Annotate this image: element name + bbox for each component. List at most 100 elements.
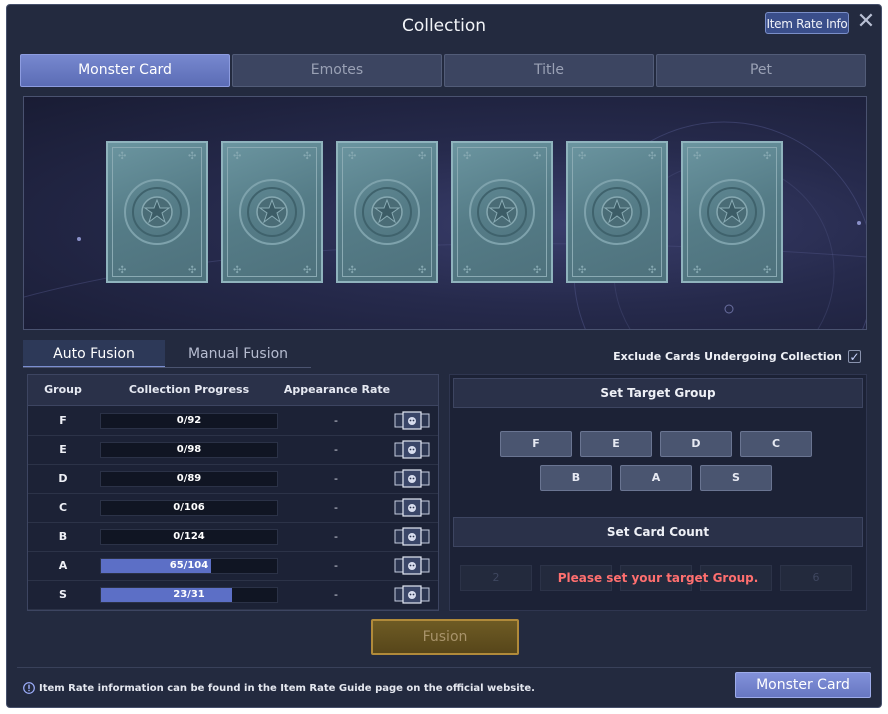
target-group-button-c[interactable]: C [740, 431, 812, 457]
card-set-icon[interactable] [394, 585, 430, 604]
card-set-icon[interactable] [394, 440, 430, 459]
appearance-rate-cell: - [334, 443, 338, 456]
target-group-button-e[interactable]: E [580, 431, 652, 457]
monster-card-back[interactable]: ✣ ✣ ✣ ✣ [681, 141, 783, 283]
svg-text:✣: ✣ [533, 265, 541, 276]
svg-text:✣: ✣ [418, 265, 426, 276]
card-emblem-icon: ✣ ✣ ✣ ✣ [118, 151, 196, 276]
target-group-button-d[interactable]: D [660, 431, 732, 457]
appearance-rate-cell: - [334, 501, 338, 514]
table-header: Group Collection Progress Appearance Rat… [28, 375, 438, 406]
item-rate-info-notice: Item Rate information can be found in th… [23, 682, 535, 694]
monster-card-back[interactable]: ✣ ✣ ✣ ✣ [566, 141, 668, 283]
tab-auto-fusion[interactable]: Auto Fusion [23, 340, 165, 368]
tab-pet[interactable]: Pet [656, 54, 866, 87]
fusion-button[interactable]: Fusion [371, 619, 519, 655]
svg-text:✣: ✣ [763, 151, 771, 162]
svg-text:✣: ✣ [533, 151, 541, 162]
svg-text:✣: ✣ [648, 151, 656, 162]
tab-emotes[interactable]: Emotes [232, 54, 442, 87]
item-rate-info-button[interactable]: Item Rate Info [765, 12, 849, 34]
item-rate-info-text: Item Rate information can be found in th… [39, 682, 535, 694]
exclude-cards-option[interactable]: Exclude Cards Undergoing Collection ✓ [613, 350, 861, 363]
appearance-rate-cell: - [334, 530, 338, 543]
monster-card-button[interactable]: Monster Card [735, 672, 871, 698]
appearance-rate-cell: - [334, 472, 338, 485]
svg-text:✣: ✣ [303, 265, 311, 276]
set-card-count-header: Set Card Count [453, 517, 863, 547]
sub-tab-divider [23, 367, 311, 368]
group-cell: B [58, 530, 68, 543]
table-row: B 0/124 - [28, 522, 438, 552]
tab-monster-card[interactable]: Monster Card [20, 54, 230, 87]
card-emblem-icon: ✣ ✣ ✣ ✣ [233, 151, 311, 276]
close-icon[interactable]: ✕ [855, 11, 877, 34]
footer-divider [17, 667, 871, 668]
card-emblem-icon: ✣ ✣ ✣ ✣ [463, 151, 541, 276]
card-set-icon[interactable] [394, 556, 430, 575]
collection-progress-bar: 0/124 [100, 529, 278, 545]
header-appearance-rate: Appearance Rate [283, 383, 391, 396]
svg-text:✣: ✣ [578, 151, 586, 162]
exclude-cards-checkbox[interactable]: ✓ [848, 350, 861, 363]
table-row: S 23/31 - [28, 580, 438, 610]
card-display-area: ✣ ✣ ✣ ✣ ✣ ✣ ✣ ✣ ✣ ✣ ✣ ✣ ✣ ✣ ✣ ✣ ✣ ✣ ✣ ✣ ✣ ✣ ✣ ✣ [23, 96, 867, 330]
collection-window: Collection Item Rate Info ✕ Monster Card… [6, 4, 882, 708]
group-cell: E [59, 443, 67, 456]
title-bar: Collection Item Rate Info ✕ [7, 5, 881, 49]
progress-text: 65/104 [169, 560, 209, 571]
tab-manual-fusion[interactable]: Manual Fusion [167, 340, 309, 368]
appearance-rate-cell: - [334, 588, 338, 601]
tab-title[interactable]: Title [444, 54, 654, 87]
svg-text:✣: ✣ [118, 151, 126, 162]
monster-card-back[interactable]: ✣ ✣ ✣ ✣ [451, 141, 553, 283]
target-group-button-b[interactable]: B [540, 465, 612, 491]
progress-text: 0/124 [173, 531, 205, 542]
collection-progress-bar: 0/98 [100, 442, 278, 458]
collection-progress-bar: 0/89 [100, 471, 278, 487]
card-emblem-icon: ✣ ✣ ✣ ✣ [578, 151, 656, 276]
card-set-icon[interactable] [394, 469, 430, 488]
monster-card-back[interactable]: ✣ ✣ ✣ ✣ [336, 141, 438, 283]
group-cell: D [58, 472, 68, 485]
svg-text:✣: ✣ [463, 151, 471, 162]
card-set-icon[interactable] [394, 527, 430, 546]
group-cell: C [58, 501, 68, 514]
table-row: A 65/104 - [28, 551, 438, 581]
monster-card-back[interactable]: ✣ ✣ ✣ ✣ [221, 141, 323, 283]
appearance-rate-cell: - [334, 414, 338, 427]
group-cell: A [58, 559, 68, 572]
progress-text: 0/92 [176, 415, 202, 426]
progress-text: 0/89 [176, 473, 202, 484]
progress-text: 0/98 [176, 444, 202, 455]
progress-text: 0/106 [173, 502, 205, 513]
svg-text:✣: ✣ [233, 265, 241, 276]
svg-text:✣: ✣ [648, 265, 656, 276]
target-group-button-s[interactable]: S [700, 465, 772, 491]
svg-text:✣: ✣ [118, 265, 126, 276]
table-row: C 0/106 - [28, 493, 438, 523]
header-collection-progress: Collection Progress [128, 383, 250, 396]
group-cell: S [59, 588, 67, 601]
header-group: Group [44, 383, 82, 396]
card-set-icon[interactable] [394, 411, 430, 430]
svg-text:✣: ✣ [348, 151, 356, 162]
main-tabs: Monster Card Emotes Title Pet [20, 54, 870, 88]
svg-text:✣: ✣ [763, 265, 771, 276]
monster-card-back[interactable]: ✣ ✣ ✣ ✣ [106, 141, 208, 283]
collection-progress-bar: 65/104 [100, 558, 278, 574]
table-row: E 0/98 - [28, 435, 438, 465]
card-set-icon[interactable] [394, 498, 430, 517]
svg-text:✣: ✣ [463, 265, 471, 276]
collection-progress-bar: 0/92 [100, 413, 278, 429]
card-emblem-icon: ✣ ✣ ✣ ✣ [693, 151, 771, 276]
target-group-button-f[interactable]: F [500, 431, 572, 457]
svg-text:✣: ✣ [188, 151, 196, 162]
target-group-warning: Please set your target Group. [557, 571, 759, 585]
target-group-button-a[interactable]: A [620, 465, 692, 491]
collection-progress-bar: 0/106 [100, 500, 278, 516]
group-cell: F [59, 414, 67, 427]
svg-text:✣: ✣ [578, 265, 586, 276]
fusion-settings-panel: Set Target Group F E D C B A S Set Card … [449, 374, 867, 611]
svg-text:✣: ✣ [693, 151, 701, 162]
